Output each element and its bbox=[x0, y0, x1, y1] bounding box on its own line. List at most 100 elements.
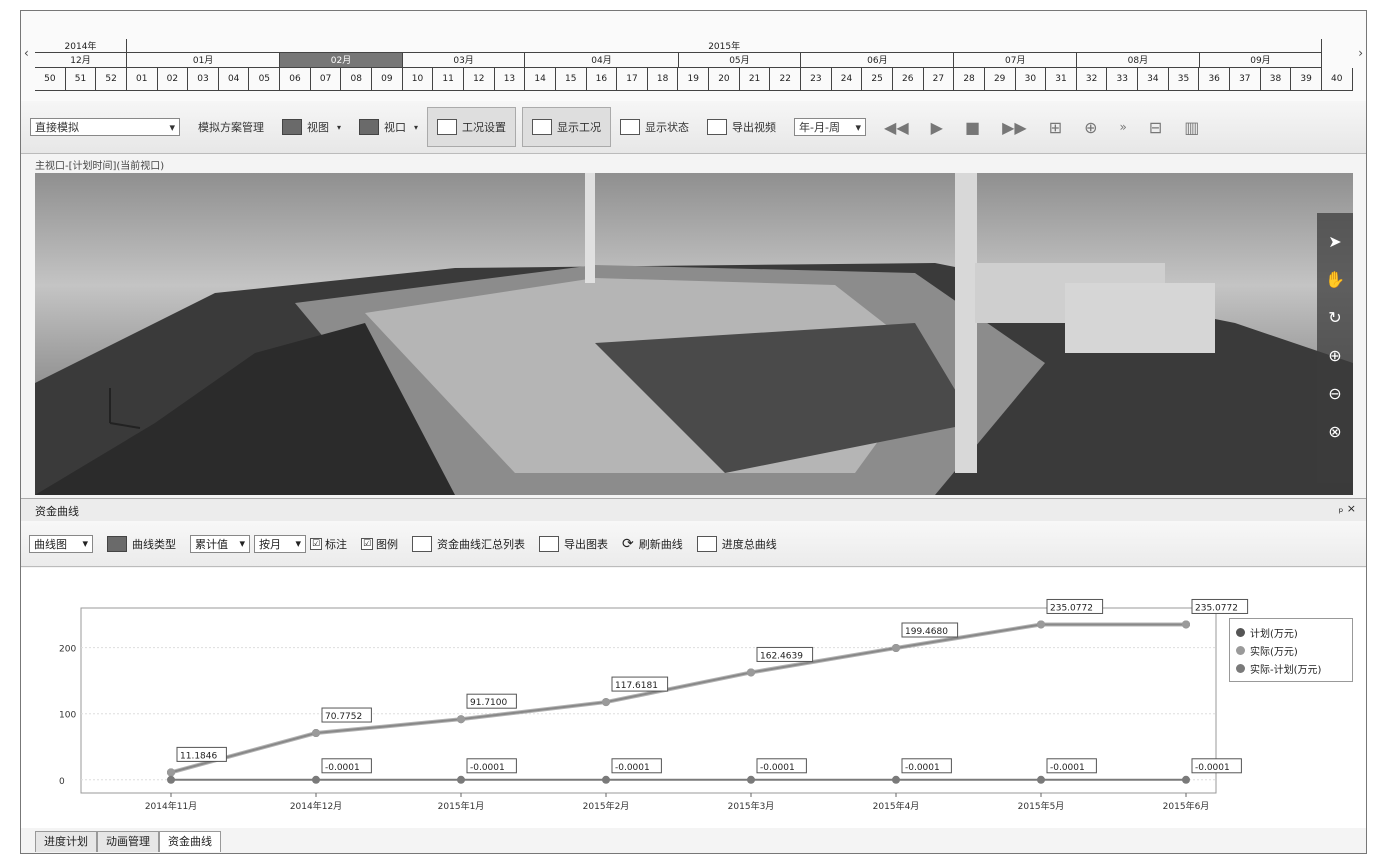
show-condition-button[interactable]: 显示工况 bbox=[522, 107, 612, 147]
timeline-week[interactable]: 09 bbox=[372, 68, 403, 91]
settings-grid-icon[interactable]: ⊞ bbox=[1049, 118, 1062, 137]
timeline-week[interactable]: 37 bbox=[1229, 68, 1261, 91]
timeline-month[interactable]: 03月 bbox=[402, 53, 526, 68]
timeline-week[interactable]: 31 bbox=[1046, 68, 1077, 91]
timeline-week[interactable]: 26 bbox=[892, 68, 924, 91]
refresh-curve-button[interactable]: ⟳ 刷新曲线 bbox=[622, 536, 683, 552]
curve-type-button[interactable]: 曲线类型 bbox=[107, 535, 176, 552]
timeline-week[interactable]: 11 bbox=[433, 68, 464, 91]
timeline-week[interactable]: 03 bbox=[188, 68, 219, 91]
timeline-week[interactable]: 20 bbox=[709, 68, 740, 91]
timeline-month[interactable]: 09月 bbox=[1199, 53, 1323, 68]
show-state-button[interactable]: 显示状态 bbox=[611, 107, 698, 147]
timeline-month[interactable]: 07月 bbox=[954, 53, 1078, 68]
scheme-mgmt-button[interactable]: 模拟方案管理 bbox=[189, 107, 273, 147]
breadcrumb: 主视口-[计划时间](当前视口) bbox=[35, 161, 165, 172]
timeline-week[interactable]: 17 bbox=[617, 68, 648, 91]
play-icon[interactable]: ▶ bbox=[931, 118, 943, 137]
timeline-months: 12月 01月 02月 03月 04月 05月 06月 07月 08月 09月 bbox=[35, 53, 1353, 68]
timeline-week[interactable]: 38 bbox=[1260, 68, 1292, 91]
timeline-week[interactable]: 07 bbox=[310, 68, 342, 91]
panel-close-button[interactable]: ₚ × bbox=[1339, 502, 1356, 515]
progress-curve-button[interactable]: 进度总曲线 bbox=[696, 535, 777, 552]
view-button[interactable]: 视图 ▾ bbox=[273, 107, 350, 147]
accumulate-select[interactable]: 累计值 ▾ bbox=[190, 534, 250, 553]
timeline-week[interactable]: 32 bbox=[1076, 68, 1108, 91]
timeline-week[interactable]: 34 bbox=[1138, 68, 1169, 91]
timeline-month[interactable]: 01月 bbox=[126, 53, 281, 68]
timeline-week[interactable]: 05 bbox=[249, 68, 281, 91]
timeline-week[interactable]: 29 bbox=[984, 68, 1016, 91]
toolbar-overflow-icon[interactable]: » bbox=[1120, 120, 1127, 134]
timeline-week[interactable]: 14 bbox=[525, 68, 556, 91]
select-arrow-icon[interactable]: ➤ bbox=[1317, 223, 1353, 261]
timeline-month[interactable]: 12月 bbox=[35, 53, 127, 68]
period-select[interactable]: 按月 ▾ bbox=[254, 534, 306, 553]
rewind-icon[interactable]: ◀◀ bbox=[884, 118, 909, 137]
timeline-week[interactable]: 40 bbox=[1321, 68, 1353, 91]
scheme-mgmt-label: 模拟方案管理 bbox=[198, 121, 264, 134]
bottom-tab[interactable]: 进度计划 bbox=[35, 831, 97, 852]
timeline-week[interactable]: 10 bbox=[402, 68, 434, 91]
timeline-week[interactable]: 01 bbox=[126, 68, 158, 91]
timeline-week[interactable]: 52 bbox=[96, 68, 127, 91]
timeline-week[interactable]: 16 bbox=[586, 68, 618, 91]
timeline-week[interactable]: 39 bbox=[1291, 68, 1322, 91]
3d-viewport[interactable]: ➤ ✋ ↻ ⊕ ⊖ ⊗ bbox=[35, 173, 1353, 495]
timeline-month[interactable]: 08月 bbox=[1077, 53, 1200, 68]
columns-icon[interactable]: ▥ bbox=[1184, 118, 1199, 137]
timeline-week[interactable]: 33 bbox=[1107, 68, 1139, 91]
annotate-checkbox[interactable]: ☑ 标注 bbox=[310, 536, 347, 552]
date-format-select[interactable]: 年-月-周 ▾ bbox=[785, 107, 875, 147]
timeline-week[interactable]: 19 bbox=[678, 68, 710, 91]
timeline-month[interactable]: 06月 bbox=[801, 53, 955, 68]
timeline-week[interactable]: 35 bbox=[1168, 68, 1200, 91]
timeline-week[interactable]: 36 bbox=[1199, 68, 1230, 91]
legend-checkbox[interactable]: ☑ 图例 bbox=[361, 536, 398, 552]
timeline-week[interactable]: 50 bbox=[35, 68, 66, 91]
timeline-week[interactable]: 06 bbox=[280, 68, 311, 91]
zoom-in-icon[interactable]: ⊕ bbox=[1317, 337, 1353, 375]
timeline-week[interactable]: 24 bbox=[831, 68, 863, 91]
mode-select[interactable]: 直接模拟 ▾ bbox=[21, 107, 189, 147]
timeline-week[interactable]: 12 bbox=[463, 68, 495, 91]
bottom-tab[interactable]: 动画管理 bbox=[97, 831, 159, 852]
zoom-out-icon[interactable]: ⊖ bbox=[1317, 375, 1353, 413]
timeline-week[interactable]: 15 bbox=[555, 68, 587, 91]
fast-forward-icon[interactable]: ▶▶ bbox=[1002, 118, 1027, 137]
document-icon bbox=[437, 119, 458, 135]
timeline-week[interactable]: 30 bbox=[1015, 68, 1047, 91]
layout-icon[interactable]: ⊟ bbox=[1149, 118, 1162, 137]
timeline-month[interactable]: 05月 bbox=[678, 53, 802, 68]
export-video-button[interactable]: 导出视频 bbox=[698, 107, 785, 147]
timeline-week[interactable]: 13 bbox=[494, 68, 526, 91]
timeline-scroll-left[interactable]: ‹ bbox=[24, 46, 29, 60]
progress-curve-label: 进度总曲线 bbox=[721, 537, 777, 551]
timeline-week[interactable]: 51 bbox=[65, 68, 97, 91]
bottom-tab[interactable]: 资金曲线 bbox=[159, 831, 221, 852]
timeline-week[interactable]: 08 bbox=[341, 68, 373, 91]
timeline-week[interactable]: 27 bbox=[923, 68, 955, 91]
data-point bbox=[167, 768, 175, 777]
timeline-week[interactable]: 23 bbox=[801, 68, 832, 91]
timeline-week[interactable]: 04 bbox=[218, 68, 250, 91]
summary-list-button[interactable]: 资金曲线汇总列表 bbox=[412, 535, 525, 552]
condition-settings-button[interactable]: 工况设置 bbox=[427, 107, 517, 147]
timeline-week[interactable]: 21 bbox=[739, 68, 771, 91]
timeline-scroll-right[interactable]: › bbox=[1358, 46, 1363, 60]
timeline-week[interactable]: 02 bbox=[157, 68, 189, 91]
rotate-icon[interactable]: ↻ bbox=[1317, 299, 1353, 337]
chart-type-select[interactable]: 曲线图 ▾ bbox=[29, 534, 93, 553]
export-chart-button[interactable]: 导出图表 bbox=[539, 535, 608, 552]
timeline-week[interactable]: 28 bbox=[954, 68, 985, 91]
timeline-week[interactable]: 25 bbox=[862, 68, 893, 91]
zoom-icon[interactable]: ⊕ bbox=[1084, 118, 1097, 137]
zoom-extents-icon[interactable]: ⊗ bbox=[1317, 413, 1353, 451]
timeline-month[interactable]: 04月 bbox=[525, 53, 679, 68]
stop-icon[interactable]: ■ bbox=[965, 118, 980, 137]
window-button[interactable]: 视口 ▾ bbox=[350, 107, 427, 147]
timeline-week[interactable]: 18 bbox=[647, 68, 679, 91]
pan-hand-icon[interactable]: ✋ bbox=[1317, 261, 1353, 299]
timeline-week[interactable]: 22 bbox=[770, 68, 802, 91]
timeline-month[interactable]: 02月 bbox=[280, 53, 403, 68]
